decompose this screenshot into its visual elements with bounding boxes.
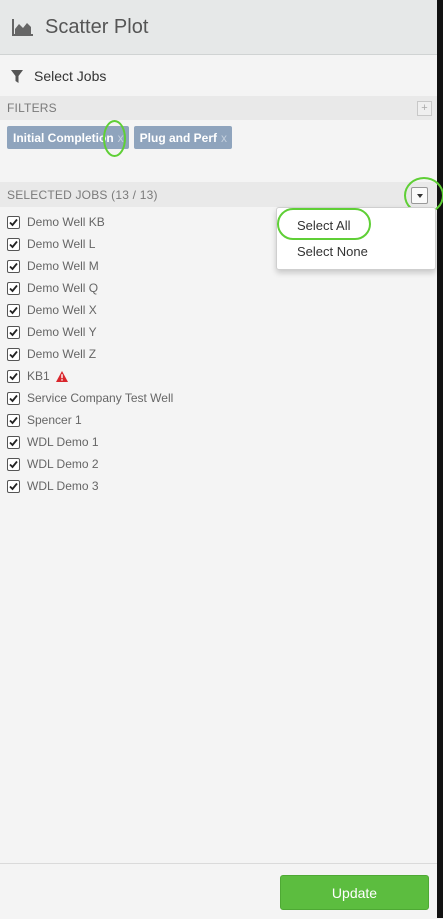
list-item[interactable]: Demo Well L: [7, 233, 173, 255]
filter-chip-label: Plug and Perf: [139, 130, 218, 145]
list-item[interactable]: Demo Well KB: [7, 211, 173, 233]
checkbox[interactable]: [7, 347, 20, 361]
filter-chip-plug-and-perf: Plug and Perf x: [133, 126, 233, 149]
job-name: Demo Well Z: [27, 347, 97, 361]
list-item[interactable]: WDL Demo 2: [7, 453, 173, 475]
filter-chip-label: Initial Completion: [13, 130, 114, 145]
check-icon: [9, 240, 18, 248]
select-jobs-header: Select Jobs: [0, 62, 106, 90]
checkbox[interactable]: [7, 435, 20, 449]
checkbox[interactable]: [7, 369, 20, 383]
job-name: Service Company Test Well: [27, 391, 174, 405]
remove-filter-icon[interactable]: x: [118, 131, 124, 145]
list-item[interactable]: Demo Well Q: [7, 277, 173, 299]
list-item[interactable]: Demo Well Y: [7, 321, 173, 343]
list-item[interactable]: Demo Well X: [7, 299, 173, 321]
job-name: Demo Well L: [27, 237, 96, 251]
job-name: Demo Well KB: [27, 215, 105, 229]
job-name: KB1: [27, 369, 50, 383]
select-all-option[interactable]: Select All: [297, 218, 350, 233]
remove-filter-icon[interactable]: x: [221, 131, 227, 145]
checkbox[interactable]: [7, 413, 20, 427]
checkbox[interactable]: [7, 215, 20, 229]
check-icon: [9, 306, 18, 314]
job-name: WDL Demo 3: [27, 479, 99, 493]
checkbox[interactable]: [7, 479, 20, 493]
checkbox[interactable]: [7, 259, 20, 273]
filters-heading: FILTERS: [7, 101, 57, 115]
jobs-list: Demo Well KB Demo Well L Demo Well M Dem…: [7, 211, 173, 497]
job-name: Demo Well Y: [27, 325, 97, 339]
checkbox[interactable]: [7, 391, 20, 405]
area-chart-icon: [12, 19, 33, 36]
checkbox[interactable]: [7, 457, 20, 471]
select-none-option[interactable]: Select None: [297, 244, 368, 259]
checkbox[interactable]: [7, 325, 20, 339]
check-icon: [9, 438, 18, 446]
check-icon: [9, 416, 18, 424]
selection-dropdown-menu: Select All Select None: [276, 207, 436, 270]
panel-footer: Update: [0, 863, 437, 919]
check-icon: [9, 372, 18, 380]
check-icon: [9, 218, 18, 226]
add-filter-button[interactable]: +: [417, 101, 432, 116]
check-icon: [9, 482, 18, 490]
list-item[interactable]: WDL Demo 3: [7, 475, 173, 497]
job-name: Demo Well X: [27, 303, 97, 317]
check-icon: [9, 284, 18, 292]
job-name: WDL Demo 1: [27, 435, 99, 449]
list-item[interactable]: Demo Well M: [7, 255, 173, 277]
list-item[interactable]: Spencer 1: [7, 409, 173, 431]
select-jobs-label: Select Jobs: [34, 68, 107, 84]
window-edge: [437, 0, 443, 918]
selection-dropdown-button[interactable]: [411, 187, 428, 204]
warning-icon: [55, 370, 68, 382]
check-icon: [9, 328, 18, 336]
check-icon: [9, 350, 18, 358]
filters-section-bar: FILTERS +: [0, 96, 437, 120]
check-icon: [9, 262, 18, 270]
checkbox[interactable]: [7, 281, 20, 295]
job-name: Demo Well Q: [27, 281, 99, 295]
page-title: Scatter Plot: [45, 15, 149, 38]
list-item[interactable]: WDL Demo 1: [7, 431, 173, 453]
selected-jobs-section-bar: SELECTED JOBS (13 / 13): [0, 182, 437, 207]
checkbox[interactable]: [7, 237, 20, 251]
job-name: WDL Demo 2: [27, 457, 99, 471]
job-name: Demo Well M: [27, 259, 99, 273]
selected-jobs-heading: SELECTED JOBS (13 / 13): [7, 187, 158, 202]
caret-down-icon: [416, 193, 423, 198]
list-item[interactable]: KB1: [7, 365, 173, 387]
job-name: Spencer 1: [27, 413, 82, 427]
filter-icon: [11, 69, 23, 83]
filter-chips: Initial Completion x Plug and Perf x: [7, 126, 233, 149]
list-item[interactable]: Demo Well Z: [7, 343, 173, 365]
panel-header: Scatter Plot: [0, 0, 437, 55]
list-item[interactable]: Service Company Test Well: [7, 387, 173, 409]
check-icon: [9, 394, 18, 402]
update-button[interactable]: Update: [280, 875, 429, 910]
filter-chip-initial-completion: Initial Completion x: [7, 126, 129, 149]
checkbox[interactable]: [7, 303, 20, 317]
check-icon: [9, 460, 18, 468]
